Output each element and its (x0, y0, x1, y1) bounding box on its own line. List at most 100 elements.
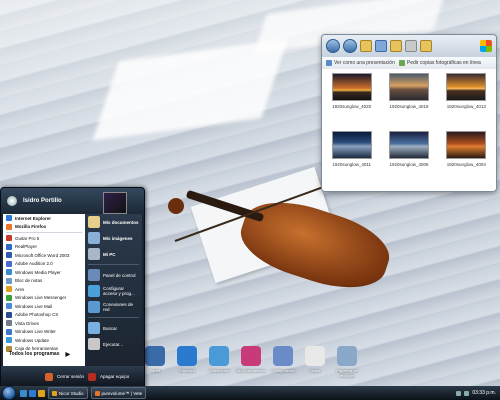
pinned-program[interactable]: Mozilla Firefox (3, 223, 85, 232)
all-programs-button[interactable]: Todos los programas ▶ (3, 348, 87, 360)
recent-program[interactable]: Windows Live Messenger (3, 294, 85, 303)
windows-logo-icon (480, 40, 492, 52)
dock-item[interactable]: Cerrar/Abrir (204, 346, 234, 386)
program-label: Internet Explorer (15, 215, 52, 221)
dock-item[interactable]: Notas (300, 346, 330, 386)
folders-icon[interactable] (390, 40, 402, 52)
media-icon[interactable] (38, 389, 45, 397)
photo-thumbnail[interactable]: 1920sunglow_4011 (324, 131, 379, 187)
dock-icon (241, 346, 261, 366)
dock-icon (177, 346, 197, 366)
clock[interactable]: 03:33 p.m. (472, 390, 496, 396)
photo-caption: 1920sunglow_4018 (389, 104, 429, 109)
order-prints-button[interactable]: Pedir copias fotográficas en línea (398, 60, 481, 66)
program-icon (6, 252, 12, 259)
pinned-program[interactable]: Internet Explorer (3, 214, 85, 223)
dock-icon (337, 346, 357, 366)
volume-icon[interactable] (456, 390, 462, 396)
logoff-icon[interactable] (45, 372, 53, 381)
program-label: Bloc de notas (15, 278, 43, 284)
recent-program[interactable]: Windows Live Writer (3, 328, 85, 337)
program-icon (6, 328, 12, 335)
program-icon (6, 286, 12, 293)
photo-thumbnail[interactable]: 1920sunglow_4006 (381, 131, 436, 187)
dock-label: Configuración (270, 368, 296, 373)
photo-thumbnail[interactable]: 1920sunglow_4004 (439, 131, 494, 187)
recent-program[interactable]: Adobe Audition 2.0 (3, 260, 85, 269)
network-icon[interactable] (464, 390, 470, 396)
logoff-label[interactable]: Cerrar sesión (57, 374, 84, 379)
recent-program[interactable]: Guitar Pro 5 (3, 234, 85, 243)
recent-program[interactable]: Bloc de notas (3, 277, 85, 286)
program-icon (6, 311, 12, 318)
program-label: Adobe Photoshop CS (15, 312, 59, 318)
place-icon (88, 338, 100, 350)
shutdown-icon[interactable] (88, 372, 97, 381)
system-tray: 03:33 p.m. (456, 390, 500, 396)
desktop-icon[interactable] (20, 389, 27, 397)
program-label: Windows Live Writer (15, 329, 56, 335)
place-item[interactable]: Ejecutar... (85, 336, 142, 352)
place-item[interactable]: Mis documentos (85, 214, 142, 230)
forward-button[interactable] (343, 39, 357, 53)
photo-caption: 1920sunglow_4004 (446, 162, 486, 167)
dock-label: Papelera de reciclaje (336, 368, 358, 378)
taskbar-button[interactable]: Nicor Studio (48, 387, 88, 399)
dock-label: Mis Documentos (236, 368, 266, 373)
place-item[interactable]: Mis imágenes (85, 230, 142, 246)
user-status-icon (7, 196, 17, 206)
place-item[interactable]: Panel de control (85, 267, 142, 283)
recent-program[interactable]: Microsoft Office Word 2003 (3, 251, 85, 260)
browser-icon[interactable] (29, 389, 36, 397)
dock-item[interactable]: Emuliare (172, 346, 202, 386)
photo-image (446, 73, 487, 101)
back-button[interactable] (326, 39, 340, 53)
search-icon[interactable] (375, 40, 387, 52)
task-icon (52, 390, 57, 396)
dock-item[interactable]: Papelera de reciclaje (332, 346, 362, 386)
program-icon (6, 223, 12, 230)
avatar[interactable] (103, 192, 127, 214)
taskbar-button[interactable]: purevolume™ | Vete (90, 387, 147, 399)
place-icon (88, 322, 100, 334)
start-menu-places: Mis documentos Mis imágenes Mi PC Panel de … (85, 214, 142, 366)
place-label: Configurar acceso y prog... (103, 286, 135, 296)
start-menu: Isidro Portillo Internet Explorer Mozilla… (0, 187, 145, 386)
recent-program[interactable]: Ares (3, 285, 85, 294)
photo-thumbnail[interactable]: 1920sunglow_4018 (381, 73, 436, 129)
recent-program[interactable]: RealPlayer (3, 243, 85, 252)
dock-item[interactable]: Mis Documentos (236, 346, 266, 386)
recent-program[interactable]: Windows Update (3, 336, 85, 345)
photo-thumbnail[interactable]: 1920sunglow_4013 (439, 73, 494, 129)
place-item[interactable]: Mi PC (85, 246, 142, 262)
slideshow-label: Ver como una presentación (334, 60, 395, 66)
place-label: Mi PC (103, 251, 116, 257)
shutdown-label[interactable]: Apagar equipo (100, 374, 129, 379)
program-icon (6, 269, 12, 276)
photo-caption: 1920sunglow_4006 (389, 162, 429, 167)
slideshow-button[interactable]: Ver como una presentación (326, 60, 395, 66)
recent-program[interactable]: Windows Media Player (3, 268, 85, 277)
dock-label: Notas (309, 368, 321, 373)
photo-thumbnail[interactable]: 1920sunglow_4020 (324, 73, 379, 129)
explorer-window[interactable]: Ver como una presentación Pedir copias f… (321, 34, 497, 192)
photo-image (331, 131, 372, 159)
program-label: Windows Update (15, 337, 50, 343)
program-label: Microsoft Office Word 2003 (15, 252, 70, 258)
place-item[interactable]: Buscar (85, 320, 142, 336)
recent-program[interactable]: Adobe Photoshop CS (3, 311, 85, 320)
place-item[interactable]: Configurar acceso y prog... (85, 283, 142, 299)
program-label: Mozilla Firefox (15, 224, 47, 230)
dock-item[interactable]: Configuración (268, 346, 298, 386)
start-button[interactable] (2, 386, 16, 400)
recent-program[interactable]: Windows Live Mail (3, 302, 85, 311)
folder-icon[interactable] (360, 40, 372, 52)
dock: Hydra Emuliare Cerrar/Abrir Mis Documentos C… (140, 346, 370, 386)
program-icon (6, 243, 12, 250)
program-icon (6, 294, 12, 301)
quick-launch (20, 389, 45, 397)
place-item[interactable]: Conexiones de red (85, 299, 142, 315)
views-icon[interactable] (405, 40, 417, 52)
recent-program[interactable]: Vista Drives (3, 319, 85, 328)
up-folder-icon[interactable] (420, 40, 432, 52)
